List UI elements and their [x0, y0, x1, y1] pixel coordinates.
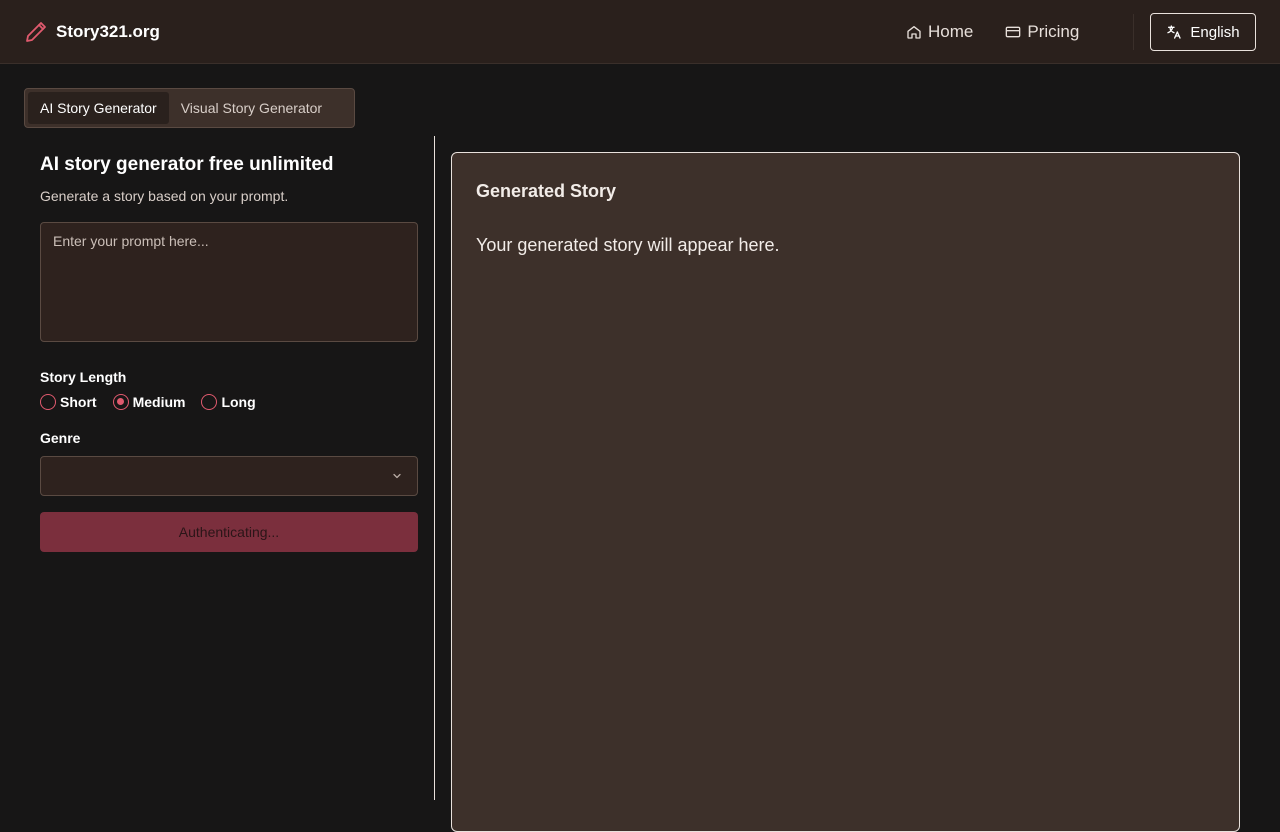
translate-icon	[1167, 25, 1182, 39]
generated-story-panel: Generated Story Your generated story wil…	[451, 152, 1240, 832]
brand-name: Story321.org	[56, 22, 160, 41]
generator-tabs: AI Story Generator Visual Story Generato…	[24, 88, 355, 128]
story-length-options: Short Medium Long	[40, 394, 418, 410]
tab-ai-story-generator[interactable]: AI Story Generator	[28, 92, 169, 124]
length-option-long[interactable]: Long	[201, 394, 256, 410]
pencil-icon	[26, 22, 46, 42]
language-label: English	[1190, 23, 1240, 41]
top-header: Story321.org Home Pricing English	[0, 0, 1280, 64]
genre-select[interactable]	[40, 456, 418, 496]
header-divider	[1133, 14, 1134, 50]
nav-home-label: Home	[928, 22, 974, 41]
radio-short-label: Short	[60, 394, 97, 410]
home-icon	[907, 26, 921, 39]
genre-label: Genre	[40, 430, 81, 446]
length-option-medium[interactable]: Medium	[112, 394, 186, 410]
brand-logo-link[interactable]: Story321.org	[24, 20, 160, 44]
story-form: AI story generator free unlimited Genera…	[40, 150, 418, 552]
language-button[interactable]: English	[1150, 13, 1256, 51]
radio-medium[interactable]	[112, 394, 129, 410]
page-title: AI story generator free unlimited	[40, 154, 334, 175]
nav-pricing-label: Pricing	[1027, 22, 1080, 41]
story-length-label: Story Length	[40, 369, 127, 385]
prompt-input[interactable]	[40, 222, 418, 342]
chevron-down-icon	[393, 473, 401, 479]
radio-medium-label: Medium	[132, 394, 186, 410]
nav-home-link[interactable]: Home	[906, 22, 973, 42]
length-option-short[interactable]: Short	[40, 394, 97, 410]
main-nav: Home Pricing	[906, 20, 1079, 44]
nav-pricing-link[interactable]: Pricing	[1005, 22, 1079, 42]
generated-story-placeholder: Your generated story will appear here.	[476, 235, 780, 255]
generated-story-title: Generated Story	[476, 181, 617, 201]
radio-long[interactable]	[201, 394, 218, 410]
credit-card-icon	[1006, 26, 1021, 38]
radio-long-label: Long	[221, 394, 256, 410]
tab-visual-story-generator[interactable]: Visual Story Generator	[169, 92, 334, 124]
panel-divider	[434, 136, 435, 800]
page-subtitle: Generate a story based on your prompt.	[40, 188, 289, 204]
generate-button[interactable]: Authenticating...	[40, 512, 418, 552]
radio-short[interactable]	[40, 394, 56, 410]
